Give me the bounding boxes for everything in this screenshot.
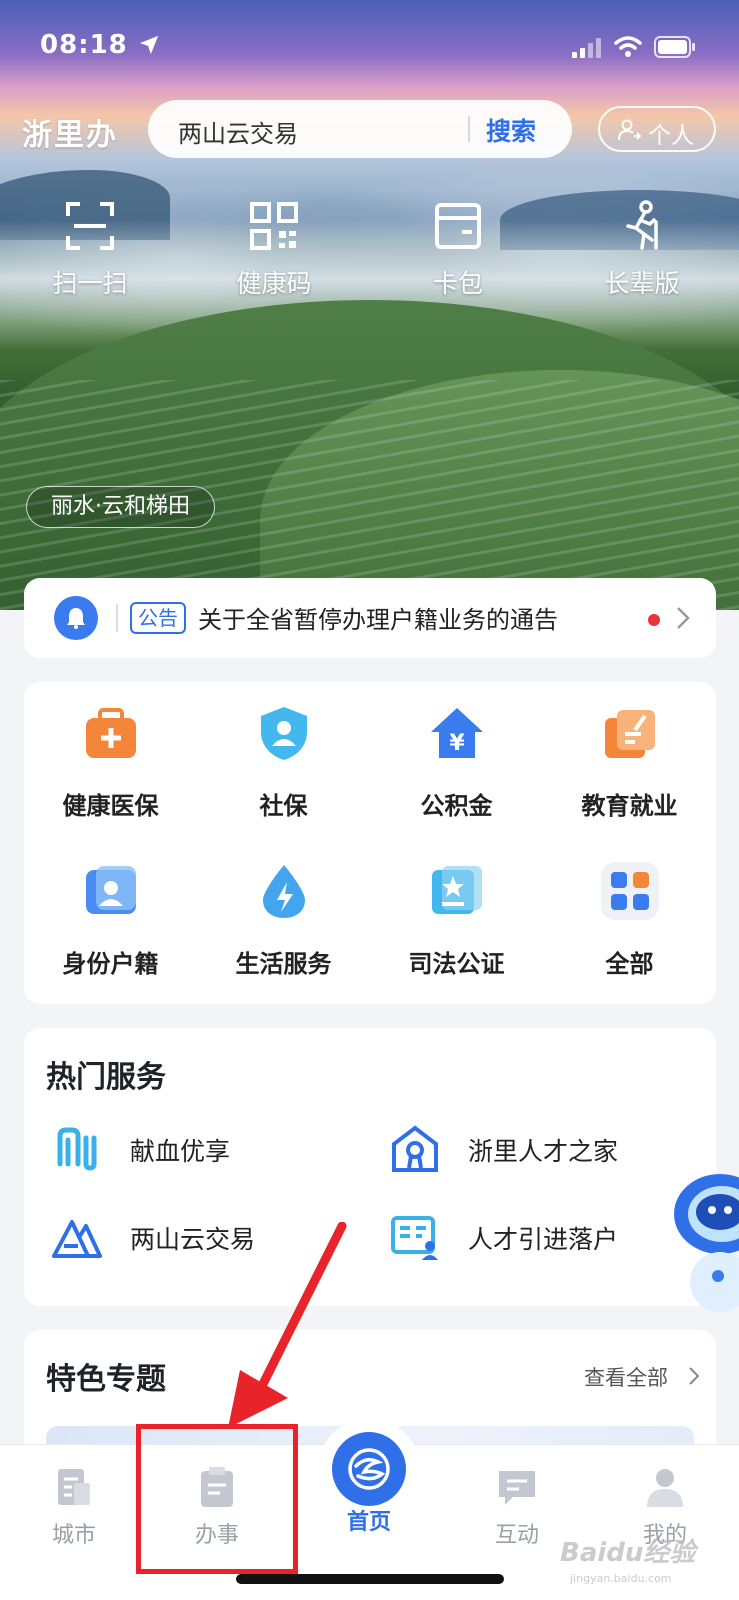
baidu-watermark: Baidu经验 jingyan.baidu.com (560, 1532, 730, 1588)
search-input[interactable]: 两山云交易 (178, 114, 298, 149)
search-divider (468, 116, 470, 142)
tab-label: 城市 (51, 1523, 96, 1548)
notice-text[interactable]: 关于全省暂停办理户籍业务的通告 (198, 600, 558, 635)
service-identity-household[interactable]: 身份户籍 (24, 840, 197, 990)
qr-code-icon (250, 202, 298, 250)
service-life[interactable]: 生活服务 (197, 840, 370, 990)
battery-icon (654, 36, 695, 58)
quick-card-wallet[interactable]: 卡包 (388, 200, 528, 310)
search-bar[interactable]: 两山云交易 搜索 (148, 100, 572, 158)
talent-home-icon (392, 1125, 438, 1172)
chat-bubble-icon (499, 1471, 535, 1505)
bell-icon (67, 608, 85, 629)
notice-divider (116, 604, 118, 632)
watermark-url: jingyan.baidu.com (570, 1572, 672, 1585)
settlement-card-icon (391, 1216, 438, 1260)
search-button[interactable]: 搜索 (486, 112, 536, 148)
chevron-right-icon[interactable] (674, 604, 692, 632)
grid-apps-icon (601, 862, 659, 920)
home-badge (332, 1432, 406, 1506)
section-title: 热门服务 (46, 1060, 166, 1095)
service-label: 健康医保 (62, 792, 159, 820)
profile-button[interactable]: 个人 (598, 106, 716, 152)
id-card-icon (86, 866, 136, 914)
service-label: 身份户籍 (62, 950, 159, 978)
elder-walking-icon (626, 200, 658, 250)
service-label: 生活服务 (235, 950, 332, 978)
shield-user-icon (261, 707, 307, 760)
quick-label: 扫一扫 (52, 269, 128, 298)
location-tag[interactable]: 丽水·云和梯田 (26, 486, 215, 528)
education-book-icon (605, 710, 655, 758)
watermark-brand: Baidu经验 (560, 1538, 696, 1568)
scan-icon (66, 202, 114, 250)
annotation-highlight-box (136, 1424, 298, 1574)
service-judicial-notary[interactable]: 司法公证 (370, 840, 543, 990)
tab-label-home: 首页 (346, 1510, 391, 1535)
service-education-employment[interactable]: 教育就业 (543, 682, 716, 832)
service-label: 社保 (259, 792, 308, 820)
quick-label: 健康码 (236, 269, 312, 298)
services-grid: 健康医保 社保 ¥ 公积金 教育就业 身份户籍 生活服务 司法公证 全部 (24, 682, 716, 1004)
hot-item-label: 人才引进落户 (468, 1225, 619, 1254)
zheliban-logo-icon (348, 1448, 390, 1490)
service-health-insurance[interactable]: 健康医保 (24, 682, 197, 832)
hot-item-blood-donation[interactable]: 献血优享 (52, 1118, 382, 1178)
section-title: 特色专题 (46, 1362, 166, 1397)
quick-elder-mode[interactable]: 长辈版 (572, 200, 712, 310)
service-label: 教育就业 (581, 792, 678, 820)
wifi-icon (614, 36, 642, 57)
service-social-security[interactable]: 社保 (197, 682, 370, 832)
city-document-icon (58, 1469, 90, 1505)
service-housing-fund[interactable]: ¥ 公积金 (370, 682, 543, 832)
hot-item-label: 献血优享 (130, 1137, 231, 1166)
app-logo: 浙里办 (22, 118, 118, 153)
status-time: 08:18 (40, 30, 128, 60)
cellular-signal-icon (572, 38, 601, 58)
house-yuan-icon: ¥ (431, 708, 483, 758)
svg-text:¥: ¥ (449, 731, 465, 756)
view-all-link[interactable]: 查看全部 (584, 1362, 668, 1392)
water-lightning-icon (263, 865, 305, 918)
tab-city[interactable]: 城市 (14, 1465, 134, 1565)
quick-health-code[interactable]: 健康码 (204, 200, 344, 310)
hot-item-label: 浙里人才之家 (468, 1137, 619, 1166)
profile-label: 个人 (648, 123, 694, 149)
wallet-icon (435, 203, 481, 249)
mountain-icon (52, 1220, 102, 1258)
quick-label: 卡包 (432, 269, 483, 298)
service-label: 全部 (605, 950, 654, 978)
bell-badge (54, 596, 98, 640)
location-arrow-icon (139, 35, 159, 55)
tab-label: 互动 (494, 1523, 539, 1548)
service-label: 公积金 (420, 792, 493, 820)
annotation-arrow (228, 1222, 347, 1428)
blood-donation-icon (57, 1127, 97, 1171)
medical-kit-icon (86, 708, 136, 758)
notice-tag: 公告 (130, 602, 186, 634)
service-all[interactable]: 全部 (543, 840, 716, 990)
notice-bar[interactable]: 公告 关于全省暂停办理户籍业务的通告 (24, 578, 716, 658)
user-switch-icon (618, 119, 642, 141)
certificate-star-icon (432, 866, 482, 914)
quick-scan[interactable]: 扫一扫 (20, 200, 160, 310)
status-bar: 08:18 (0, 0, 739, 90)
unread-dot (648, 614, 660, 626)
hot-services-section: 热门服务 献血优享 浙里人才之家 两山云交易 人才引进落户 (24, 1028, 716, 1306)
assistant-robot-icon[interactable] (660, 1164, 739, 1314)
tab-interact[interactable]: 互动 (457, 1465, 577, 1565)
home-indicator (236, 1574, 504, 1584)
user-profile-icon (647, 1469, 683, 1507)
chevron-right-icon[interactable] (688, 1366, 700, 1386)
service-label: 司法公证 (408, 950, 505, 978)
quick-label: 长辈版 (604, 269, 680, 298)
